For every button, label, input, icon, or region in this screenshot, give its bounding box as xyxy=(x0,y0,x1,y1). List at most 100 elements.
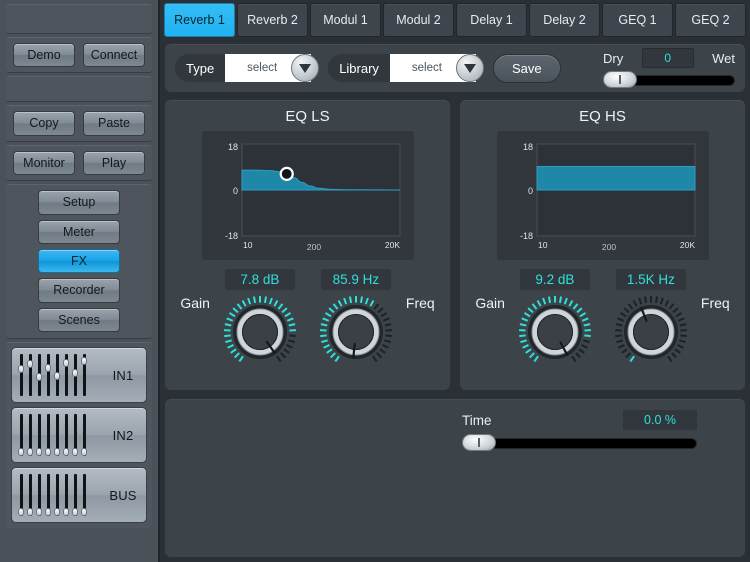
fader-icon xyxy=(63,354,69,396)
eq-ls-shelf-handle[interactable] xyxy=(280,168,292,180)
play-button[interactable]: Play xyxy=(83,151,145,175)
eq-ls-title: EQ LS xyxy=(285,108,329,125)
sidebar-item-meter[interactable]: Meter xyxy=(38,220,120,244)
fader-icon xyxy=(72,354,78,396)
eq-ls-ytick-mid: 0 xyxy=(232,186,237,196)
eq-ls-curve-svg[interactable]: 18 0 -18 10 200 20K xyxy=(210,138,406,254)
time-slider[interactable] xyxy=(462,434,697,451)
eq-hs-ytick-bottom: -18 xyxy=(519,231,532,241)
strip-in1-label: IN1 xyxy=(106,368,140,383)
fader-icon xyxy=(27,414,33,456)
connect-button[interactable]: Connect xyxy=(83,43,145,67)
sidebar-item-recorder[interactable]: Recorder xyxy=(38,278,120,302)
eq-hs-panel: EQ HS 18 0 -18 10 200 20K Gain xyxy=(459,99,746,391)
sidebar: Demo Connect Copy Paste Monitor Play Set… xyxy=(0,0,160,562)
sidebar-channel-strips: IN1 IN2 BUS xyxy=(6,342,152,528)
fader-icon xyxy=(72,474,78,516)
time-slider-track[interactable] xyxy=(478,438,697,449)
strip-in1[interactable]: IN1 xyxy=(11,347,147,403)
main-content: Reverb 1 Reverb 2 Modul 1 Modul 2 Delay … xyxy=(160,0,750,562)
chevron-down-icon[interactable] xyxy=(291,54,319,82)
fader-icon xyxy=(36,474,42,516)
dry-wet-slider[interactable] xyxy=(603,71,735,88)
eq-ls-freq-knob[interactable] xyxy=(318,294,394,370)
tab-delay-1[interactable]: Delay 1 xyxy=(456,3,527,37)
eq-hs-freq-control: 1.5K Hz xyxy=(605,269,697,370)
sidebar-item-setup[interactable]: Setup xyxy=(38,190,120,214)
time-slider-thumb[interactable] xyxy=(462,434,496,451)
fader-icon xyxy=(45,354,51,396)
type-label: Type xyxy=(175,54,225,82)
strip-in2-label: IN2 xyxy=(106,428,140,443)
tab-reverb-1[interactable]: Reverb 1 xyxy=(164,3,235,37)
chevron-down-icon[interactable] xyxy=(456,54,484,82)
monitor-button[interactable]: Monitor xyxy=(13,151,75,175)
library-label: Library xyxy=(328,54,390,82)
sidebar-item-scenes[interactable]: Scenes xyxy=(38,308,120,332)
copy-button[interactable]: Copy xyxy=(13,111,75,135)
fader-group-in1-icon xyxy=(18,353,106,397)
save-button[interactable]: Save xyxy=(493,54,561,83)
fx-tab-bar: Reverb 1 Reverb 2 Modul 1 Modul 2 Delay … xyxy=(164,3,746,37)
knob-dial-icon[interactable] xyxy=(222,294,298,370)
eq-ls-graph[interactable]: 18 0 -18 10 200 20K xyxy=(202,131,414,260)
sidebar-clipboard-group: Copy Paste xyxy=(6,105,152,141)
eq-hs-freq-value: 1.5K Hz xyxy=(616,269,686,290)
fader-icon xyxy=(54,354,60,396)
fader-icon xyxy=(81,474,87,516)
eq-hs-graph[interactable]: 18 0 -18 10 200 20K xyxy=(497,131,709,260)
eq-ls-gain-control: 7.8 dB xyxy=(214,269,306,370)
fader-icon xyxy=(36,414,42,456)
fader-icon xyxy=(63,474,69,516)
eq-ls-xtick-high: 20K xyxy=(384,240,399,250)
eq-ls-ytick-bottom: -18 xyxy=(224,231,237,241)
library-selector[interactable]: Library select xyxy=(328,54,484,82)
eq-hs-xtick-mid: 200 xyxy=(601,242,615,252)
time-label: Time xyxy=(462,413,492,428)
fader-group-in2-icon xyxy=(18,413,106,457)
knob-dial-icon[interactable] xyxy=(613,294,689,370)
fader-icon xyxy=(36,354,42,396)
demo-button[interactable]: Demo xyxy=(13,43,75,67)
fader-icon xyxy=(45,474,51,516)
sidebar-item-fx[interactable]: FX xyxy=(38,249,120,273)
tab-geq-1[interactable]: GEQ 1 xyxy=(602,3,673,37)
eq-hs-xtick-low: 10 xyxy=(538,240,548,250)
type-selector[interactable]: Type select xyxy=(175,54,319,82)
fader-icon xyxy=(18,414,24,456)
fader-icon xyxy=(81,354,87,396)
dry-wet-slider-thumb[interactable] xyxy=(603,71,637,88)
eq-ls-xtick-low: 10 xyxy=(243,240,253,250)
knob-dial-icon[interactable] xyxy=(517,294,593,370)
strip-bus-label: BUS xyxy=(106,488,140,503)
tab-delay-2[interactable]: Delay 2 xyxy=(529,3,600,37)
tab-reverb-2[interactable]: Reverb 2 xyxy=(237,3,308,37)
fader-icon xyxy=(72,414,78,456)
fader-icon xyxy=(45,414,51,456)
eq-ls-gain-knob[interactable] xyxy=(222,294,298,370)
eq-hs-gain-knob[interactable] xyxy=(517,294,593,370)
paste-button[interactable]: Paste xyxy=(83,111,145,135)
eq-hs-freq-knob[interactable] xyxy=(613,294,689,370)
eq-ls-panel: EQ LS 18 0 -18 10 200 20K xyxy=(164,99,451,391)
sidebar-spacer-mid xyxy=(6,76,152,102)
strip-in2[interactable]: IN2 xyxy=(11,407,147,463)
eq-hs-knobs: Gain 9.2 dB 1.5K Hz xyxy=(460,269,745,370)
preset-toolbar: Type select Library select Save Dry 0 We… xyxy=(164,43,746,93)
dry-label: Dry xyxy=(603,51,623,66)
time-value: 0.0 % xyxy=(623,410,697,430)
wet-label: Wet xyxy=(712,51,735,66)
fader-icon xyxy=(54,414,60,456)
tab-modul-2[interactable]: Modul 2 xyxy=(383,3,454,37)
eq-ls-gain-label: Gain xyxy=(180,269,210,311)
knob-dial-icon[interactable] xyxy=(318,294,394,370)
eq-hs-gain-control: 9.2 dB xyxy=(509,269,601,370)
eq-hs-curve-svg[interactable]: 18 0 -18 10 200 20K xyxy=(505,138,701,254)
strip-bus[interactable]: BUS xyxy=(11,467,147,523)
fader-icon xyxy=(27,354,33,396)
fader-icon xyxy=(81,414,87,456)
tab-modul-1[interactable]: Modul 1 xyxy=(310,3,381,37)
eq-ls-gain-value: 7.8 dB xyxy=(225,269,295,290)
eq-ls-freq-control: 85.9 Hz xyxy=(310,269,402,370)
tab-geq-2[interactable]: GEQ 2 xyxy=(675,3,746,37)
